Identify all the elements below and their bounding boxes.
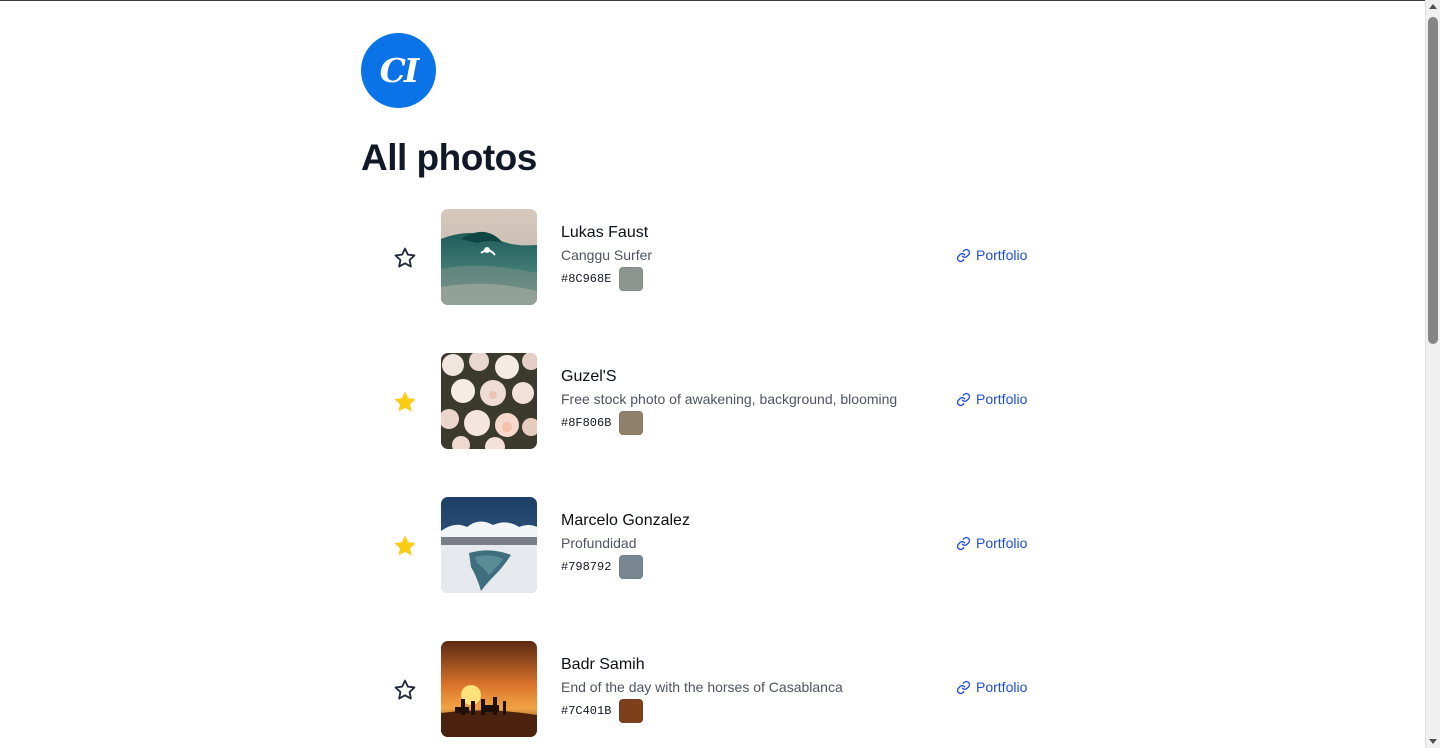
photo-list: Lukas Faust Canggu Surfer #8C968E Portfo… <box>361 209 1061 748</box>
portfolio-label: Portfolio <box>976 391 1028 407</box>
photo-thumbnail[interactable] <box>441 353 537 449</box>
photo-thumbnail[interactable] <box>441 209 537 305</box>
photo-row: Guzel'S Free stock photo of awakening, b… <box>361 353 1061 497</box>
star-outline-icon[interactable] <box>391 676 419 704</box>
average-color: #8F806B <box>561 411 897 435</box>
average-color: #798792 <box>561 555 690 579</box>
vertical-scrollbar[interactable] <box>1425 0 1440 748</box>
portfolio-link[interactable]: Portfolio <box>956 679 1027 695</box>
photo-description: Free stock photo of awakening, backgroun… <box>561 391 898 407</box>
link-icon <box>956 248 971 263</box>
scrollbar-thumb[interactable] <box>1428 17 1438 344</box>
photo-info: Marcelo Gonzalez Profundidad #798792 <box>561 511 690 579</box>
photo-info: Badr Samih End of the day with the horse… <box>561 655 843 723</box>
portfolio-label: Portfolio <box>976 535 1028 551</box>
photo-info: Lukas Faust Canggu Surfer #8C968E <box>561 223 652 291</box>
color-swatch <box>619 267 644 291</box>
color-hex: #7C401B <box>561 704 612 718</box>
average-color: #7C401B <box>561 699 843 723</box>
photo-row: Lukas Faust Canggu Surfer #8C968E Portfo… <box>361 209 1061 353</box>
star-filled-icon[interactable] <box>391 388 419 416</box>
color-hex: #798792 <box>561 560 612 574</box>
photo-info: Guzel'S Free stock photo of awakening, b… <box>561 367 897 435</box>
scroll-down-arrow-icon[interactable] <box>1429 739 1437 744</box>
photo-description: Canggu Surfer <box>561 247 653 263</box>
photographer-name: Marcelo Gonzalez <box>561 512 690 529</box>
average-color: #8C968E <box>561 267 652 291</box>
window-top-border <box>0 0 1425 1</box>
photo-row: Badr Samih End of the day with the horse… <box>361 641 1061 748</box>
photographer-name: Guzel'S <box>561 368 617 385</box>
color-swatch <box>619 555 644 579</box>
color-hex: #8F806B <box>561 416 612 430</box>
photographer-name: Badr Samih <box>561 656 645 673</box>
link-icon <box>956 392 971 407</box>
page-title: All photos <box>361 137 537 178</box>
main-content: CI All photos Lukas Faust Canggu Surfer … <box>361 33 1061 748</box>
portfolio-link[interactable]: Portfolio <box>956 535 1027 551</box>
link-icon <box>956 680 971 695</box>
portfolio-link[interactable]: Portfolio <box>956 247 1027 263</box>
logo[interactable]: CI <box>361 33 436 108</box>
portfolio-label: Portfolio <box>976 247 1028 263</box>
color-swatch <box>619 699 644 723</box>
logo-text: CI <box>379 51 420 90</box>
photo-thumbnail[interactable] <box>441 497 537 593</box>
photo-thumbnail[interactable] <box>441 641 537 737</box>
scroll-up-arrow-icon[interactable] <box>1429 4 1437 9</box>
photo-row: Marcelo Gonzalez Profundidad #798792 Por… <box>361 497 1061 641</box>
star-outline-icon[interactable] <box>391 244 419 272</box>
photographer-name: Lukas Faust <box>561 224 649 241</box>
portfolio-link[interactable]: Portfolio <box>956 391 1027 407</box>
photo-description: End of the day with the horses of Casabl… <box>561 679 843 695</box>
color-hex: #8C968E <box>561 272 612 286</box>
link-icon <box>956 536 971 551</box>
photo-description: Profundidad <box>561 535 637 551</box>
portfolio-label: Portfolio <box>976 679 1028 695</box>
color-swatch <box>619 411 644 435</box>
star-filled-icon[interactable] <box>391 532 419 560</box>
